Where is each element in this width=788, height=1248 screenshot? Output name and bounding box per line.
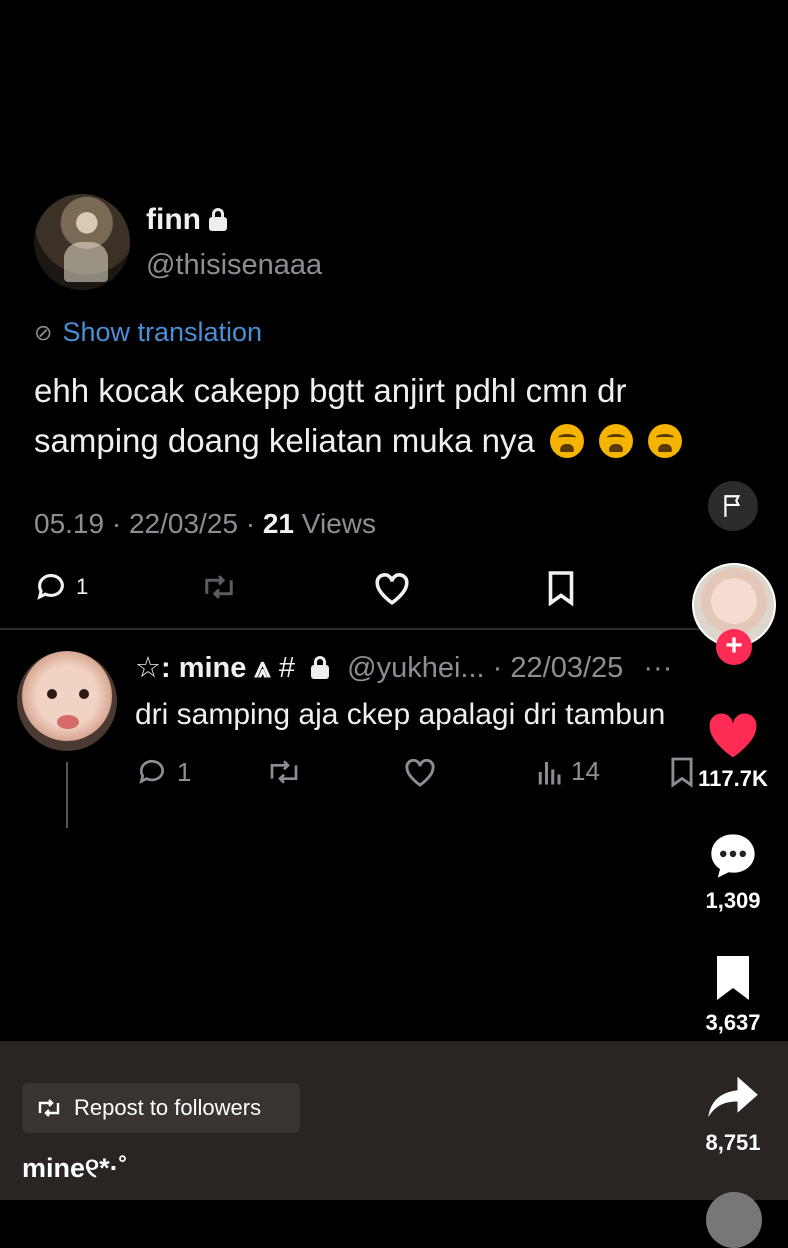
reply-retweet-button[interactable]: [265, 756, 303, 788]
repost-icon: [38, 1099, 60, 1117]
reply-icon: [139, 759, 164, 784]
retweet-icon: [205, 575, 233, 599]
comment-count: 1,309: [705, 888, 761, 913]
bookmark-count: 3,637: [705, 1010, 761, 1035]
like-video-button[interactable]: [705, 708, 761, 760]
divider: [0, 628, 700, 630]
reply-views[interactable]: 14: [535, 756, 600, 787]
heart-icon: [709, 713, 757, 758]
lock-icon: [208, 208, 227, 231]
like-count: 117.7K: [698, 766, 768, 791]
show-translation-link[interactable]: ⊘ Show translation: [34, 317, 262, 348]
comment-icon: [711, 834, 755, 878]
heart-icon: [405, 758, 435, 787]
analytics-icon: [538, 761, 561, 784]
reply-author-avatar[interactable]: [17, 651, 117, 751]
reply-text: dri samping aja ckep apalagi dri tambun: [135, 698, 666, 731]
reply-header: ☆: mine ⩓ # @yukhei... · 22/03/25 ···: [135, 652, 673, 684]
flag-icon: [724, 495, 741, 517]
tweet-author-avatar[interactable]: [34, 194, 130, 290]
tweet-meta: 05.19 · 22/03/25 · 21 Views: [34, 508, 376, 539]
thread-line: [66, 762, 68, 828]
retweet-icon: [270, 760, 298, 784]
bookmark-button[interactable]: [546, 570, 576, 606]
weary-face-emoji: [599, 424, 634, 458]
repost-button[interactable]: Repost to followers: [22, 1083, 300, 1133]
more-options-icon[interactable]: ···: [643, 652, 672, 684]
heart-icon: [375, 573, 409, 605]
lock-icon: [311, 656, 330, 679]
tweet-author-handle[interactable]: @thisisenaaa: [146, 249, 322, 282]
reply-icon: [37, 574, 64, 600]
tweet-actions: 1: [34, 570, 594, 620]
reply-like-button[interactable]: [401, 756, 439, 788]
reply-actions: 1 14: [135, 756, 695, 792]
weary-face-emoji: [648, 424, 683, 458]
share-button[interactable]: [705, 1072, 761, 1122]
comments-button[interactable]: [705, 830, 761, 882]
bookmark-video-button[interactable]: [705, 954, 761, 1002]
tweet-author-name[interactable]: finn: [146, 203, 227, 237]
reply-button[interactable]: 1: [34, 570, 88, 604]
bookmark-icon: [548, 571, 574, 606]
retweet-button[interactable]: [200, 570, 238, 604]
translate-icon: ⊘: [34, 319, 53, 345]
follow-button[interactable]: +: [716, 629, 752, 665]
video-caption[interactable]: mine୧*·˚: [22, 1153, 128, 1185]
reply-reply-button[interactable]: 1: [135, 756, 191, 788]
like-button[interactable]: [372, 570, 412, 606]
weary-face-emoji: [550, 424, 584, 458]
share-arrow-icon: [708, 1076, 758, 1118]
report-button[interactable]: [708, 481, 758, 531]
bookmark-icon: [717, 956, 749, 1000]
music-disc-avatar[interactable]: [706, 1192, 762, 1248]
vtriangle-icon: ⩓: [254, 652, 271, 684]
share-count: 8,751: [705, 1130, 761, 1155]
tweet-text: ehh kocak cakepp bgtt anjirt pdhl cmn dr…: [34, 366, 734, 466]
